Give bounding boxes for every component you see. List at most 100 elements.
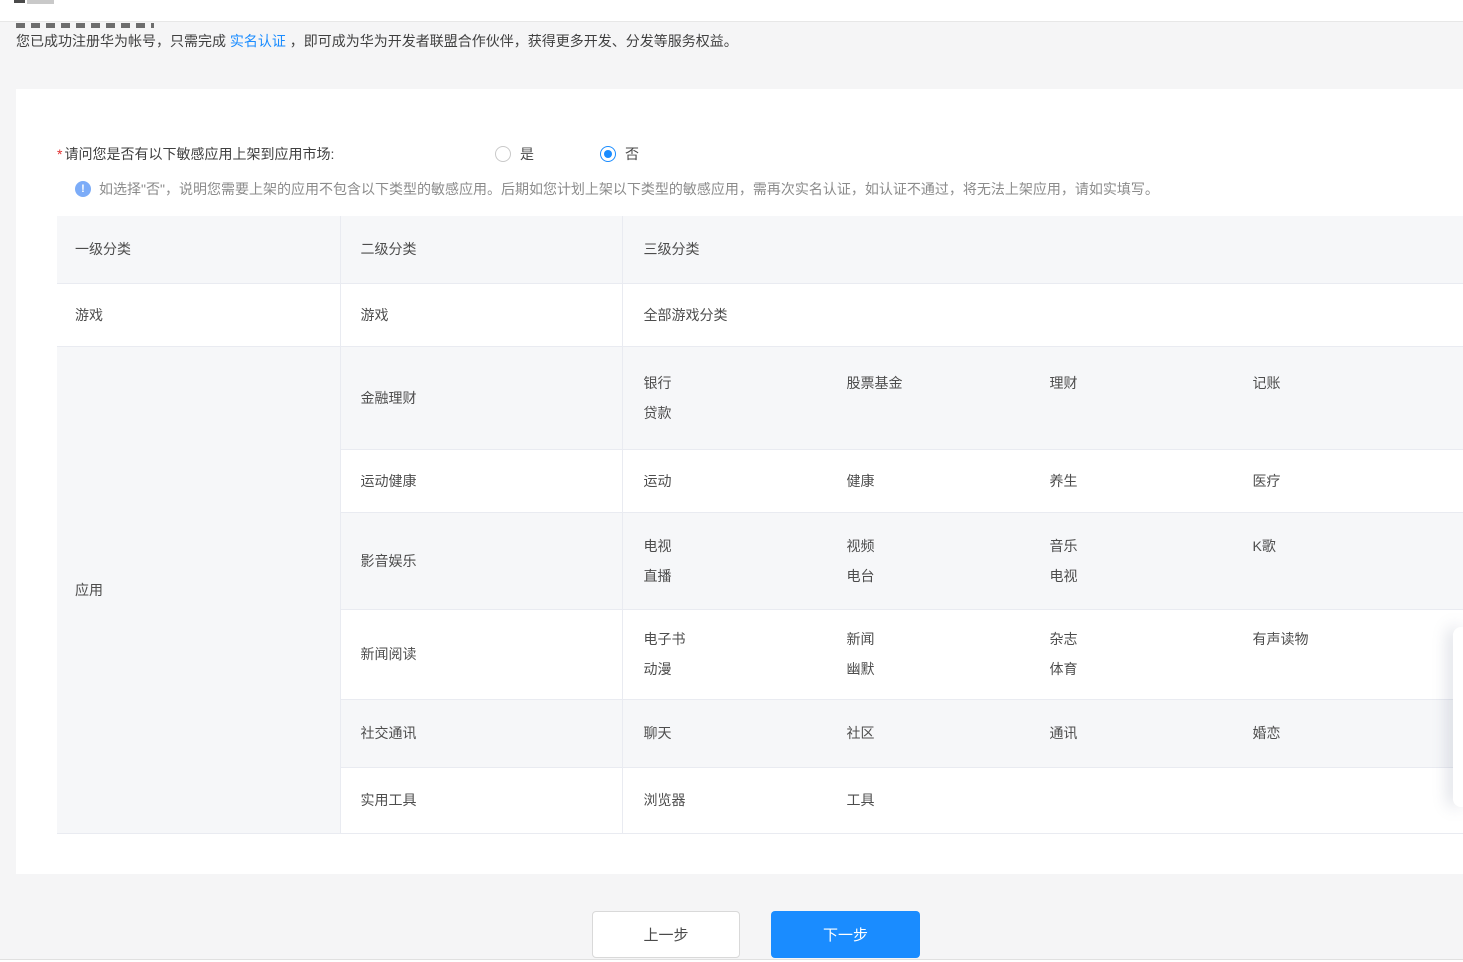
cell-level2-health: 运动健康 — [339, 449, 622, 513]
level3-item: K歌 — [1252, 537, 1276, 554]
level3-group: 电子书 动漫 — [644, 624, 847, 684]
cell-level1-app: 应用 — [57, 346, 340, 834]
level3-item: 杂志 — [1049, 631, 1078, 647]
level3-item: 婚恋 — [1252, 725, 1281, 741]
table-row-finance: 应用 金融理财 银行 贷款 股票基金 理财 记账 — [57, 346, 1463, 834]
level3-item: 聊天 — [643, 725, 672, 741]
level3-group: 浏览器 — [644, 785, 847, 815]
level3-group: K歌 — [1253, 531, 1456, 561]
level3-item: 理财 — [1049, 374, 1078, 391]
header-level1: 一级分类 — [57, 216, 340, 284]
sensitive-app-form-card: * 请问您是否有以下敏感应用上架到应用市场: 是 否 ! 如选择"否"，说明您需要… — [16, 89, 1463, 874]
radio-label-yes: 是 — [520, 146, 534, 162]
cell-level1-game: 游戏 — [57, 283, 340, 347]
level3-item: 银行 — [643, 374, 672, 391]
level3-item: 医疗 — [1252, 472, 1281, 489]
level3-item: 幽默 — [846, 661, 875, 677]
cell-level2-social: 社交通讯 — [339, 699, 622, 768]
level3-group: 婚恋 — [1253, 718, 1456, 748]
level3-item: 电子书 — [643, 631, 686, 647]
table-row-game: 游戏 游戏 全部游戏分类 — [57, 283, 1463, 347]
level3-item: 新闻 — [846, 631, 875, 647]
level3-item: 贷款 — [643, 404, 672, 421]
level3-group: 运动 — [644, 466, 847, 496]
level3-group: 有声读物 — [1253, 624, 1456, 654]
required-asterisk: * — [57, 146, 63, 162]
level3-group: 新闻 幽默 — [847, 624, 1050, 684]
intro-text: 您已成功注册华为帐号，只需完成 实名认证 ，即可成为华为开发者联盟合作伙伴，获得… — [16, 31, 738, 51]
level3-item: 视频 — [846, 537, 875, 554]
level3-group: 股票基金 — [847, 368, 1050, 398]
level3-item: 有声读物 — [1252, 631, 1309, 647]
previous-step-button[interactable]: 上一步 — [592, 911, 740, 958]
floating-side-widget[interactable] — [1453, 627, 1463, 807]
question-label: * 请问您是否有以下敏感应用上架到应用市场: — [57, 144, 495, 164]
level3-item: 动漫 — [643, 661, 672, 677]
level3-group: 理财 — [1050, 368, 1253, 398]
level3-item: 健康 — [846, 472, 875, 489]
level3-group: 工具 — [847, 785, 1050, 815]
cell-level3-game: 全部游戏分类 — [621, 283, 1463, 347]
level3-item: 记账 — [1252, 374, 1281, 391]
level3-item: 电视 — [1049, 567, 1078, 584]
level3-item: 全部游戏分类 — [643, 306, 728, 323]
level3-item: 音乐 — [1049, 537, 1078, 554]
level3-item: 通讯 — [1049, 725, 1078, 741]
question-text: 请问您是否有以下敏感应用上架到应用市场: — [64, 146, 335, 162]
question-row: * 请问您是否有以下敏感应用上架到应用市场: 是 否 — [57, 143, 639, 165]
cell-level2-news: 新闻阅读 — [339, 609, 622, 700]
level3-item: 股票基金 — [846, 374, 903, 391]
cell-level3-social: 聊天 社区 通讯 婚恋 — [621, 699, 1463, 768]
cell-level2-game: 游戏 — [339, 283, 622, 347]
level3-group: 银行 贷款 — [644, 368, 847, 428]
level3-item: 直播 — [643, 567, 672, 584]
cutoff-text-fragments — [16, 23, 154, 28]
level3-item: 电台 — [846, 567, 875, 584]
header-level3: 三级分类 — [621, 216, 1463, 284]
cell-level3-health: 运动 健康 养生 医疗 — [621, 449, 1463, 513]
level3-group: 音乐 电视 — [1050, 531, 1253, 591]
cell-level2-tools: 实用工具 — [339, 767, 622, 834]
cell-level3-media: 电视 直播 视频 电台 音乐 电视 K歌 — [621, 512, 1463, 610]
level3-group: 通讯 — [1050, 718, 1253, 748]
level3-item: 体育 — [1049, 661, 1078, 677]
level3-group: 聊天 — [644, 718, 847, 748]
note-text: 如选择"否"，说明您需要上架的应用不包含以下类型的敏感应用。后期如您计划上架以下… — [99, 181, 1159, 197]
level3-group: 社区 — [847, 718, 1050, 748]
cell-level2-media: 影音娱乐 — [339, 512, 622, 610]
radio-option-yes[interactable]: 是 — [495, 144, 534, 164]
note-row: ! 如选择"否"，说明您需要上架的应用不包含以下类型的敏感应用。后期如您计划上架… — [75, 179, 1159, 199]
intro-suffix: ，即可成为华为开发者联盟合作伙伴，获得更多开发、分发等服务权益。 — [285, 33, 738, 49]
cutoff-title-fragment — [14, 0, 25, 3]
level3-group: 记账 — [1253, 368, 1456, 398]
radio-icon-yes[interactable] — [495, 146, 511, 162]
level3-item: 养生 — [1049, 472, 1078, 489]
next-step-button[interactable]: 下一步 — [771, 911, 920, 958]
category-table: 一级分类 二级分类 三级分类 游戏 游戏 全部游戏分类 应用 金融理财 银行 贷… — [57, 216, 1463, 834]
cell-level3-tools: 浏览器 工具 — [621, 767, 1463, 834]
cutoff-title-fragment-2 — [27, 0, 54, 4]
realname-auth-link[interactable]: 实名认证 — [230, 33, 286, 49]
info-icon: ! — [75, 181, 91, 197]
radio-label-no: 否 — [625, 146, 639, 162]
radio-option-no[interactable]: 否 — [600, 144, 639, 164]
level3-group: 视频 电台 — [847, 531, 1050, 591]
cell-level3-news: 电子书动漫 新闻幽默 杂志体育 有声读物 — [621, 609, 1463, 700]
intro-prefix: 您已成功注册华为帐号，只需完成 — [16, 33, 230, 49]
level3-group: 健康 — [847, 466, 1050, 496]
level3-item: 浏览器 — [643, 792, 686, 808]
level3-item: 运动 — [643, 472, 672, 489]
cell-level3-finance: 银行贷款 股票基金 理财 记账 — [621, 346, 1463, 450]
table-header-row: 一级分类 二级分类 三级分类 — [57, 216, 1463, 284]
level3-item: 社区 — [846, 725, 875, 741]
content-area: 您已成功注册华为帐号，只需完成 实名认证 ，即可成为华为开发者联盟合作伙伴，获得… — [0, 21, 1463, 962]
top-strip — [0, 0, 1463, 21]
header-level2: 二级分类 — [339, 216, 622, 284]
radio-icon-no[interactable] — [600, 146, 616, 162]
level3-group: 电视 直播 — [644, 531, 847, 591]
level3-group: 养生 — [1050, 466, 1253, 496]
level3-item: 工具 — [846, 792, 875, 808]
level3-group: 医疗 — [1253, 466, 1456, 496]
level3-item: 电视 — [643, 537, 672, 554]
page: 您已成功注册华为帐号，只需完成 实名认证 ，即可成为华为开发者联盟合作伙伴，获得… — [0, 0, 1463, 962]
